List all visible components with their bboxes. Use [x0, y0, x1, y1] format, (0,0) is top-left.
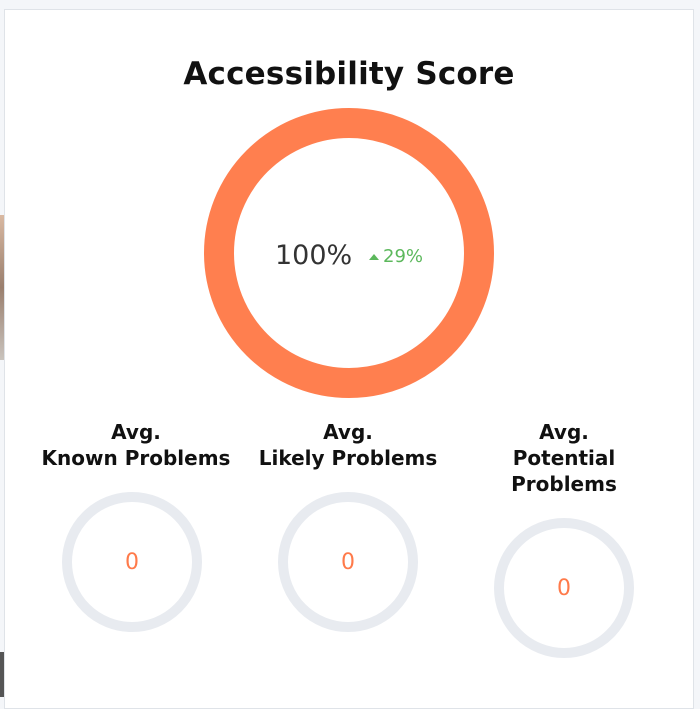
- potential-problems-label: Avg. Potential Problems: [511, 420, 617, 496]
- score-delta: 29%: [369, 246, 423, 267]
- score-value: 100%: [275, 240, 353, 271]
- likely-problems-value: 0: [341, 550, 355, 575]
- card-title: Accessibility Score: [183, 56, 515, 92]
- accessibility-score-card: Accessibility Score 100% 29% Avg. Known …: [4, 9, 694, 709]
- known-problems-value: 0: [125, 550, 139, 575]
- score-delta-value: 29%: [383, 246, 424, 267]
- known-problems-label: Avg. Known Problems: [41, 420, 231, 470]
- likely-problems-label: Avg. Likely Problems: [258, 420, 438, 470]
- trend-up-icon: [369, 253, 379, 260]
- potential-problems-value: 0: [557, 576, 571, 601]
